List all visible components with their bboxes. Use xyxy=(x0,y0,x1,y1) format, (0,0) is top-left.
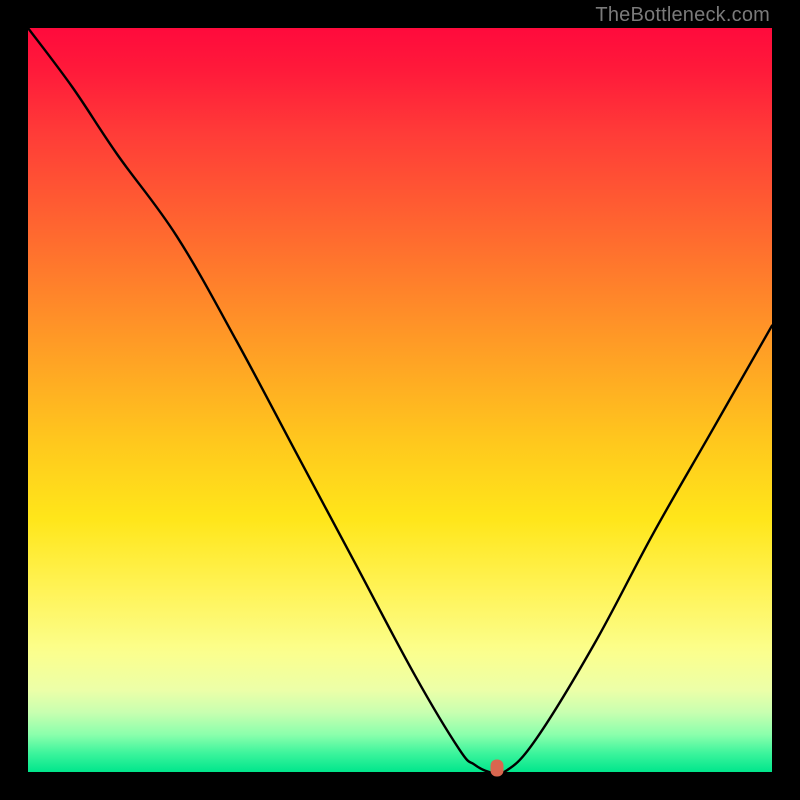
plot-area xyxy=(28,28,772,772)
bottleneck-curve xyxy=(28,28,772,772)
optimal-marker xyxy=(490,760,503,777)
chart-frame: TheBottleneck.com xyxy=(0,0,800,800)
attribution-text: TheBottleneck.com xyxy=(595,4,770,27)
